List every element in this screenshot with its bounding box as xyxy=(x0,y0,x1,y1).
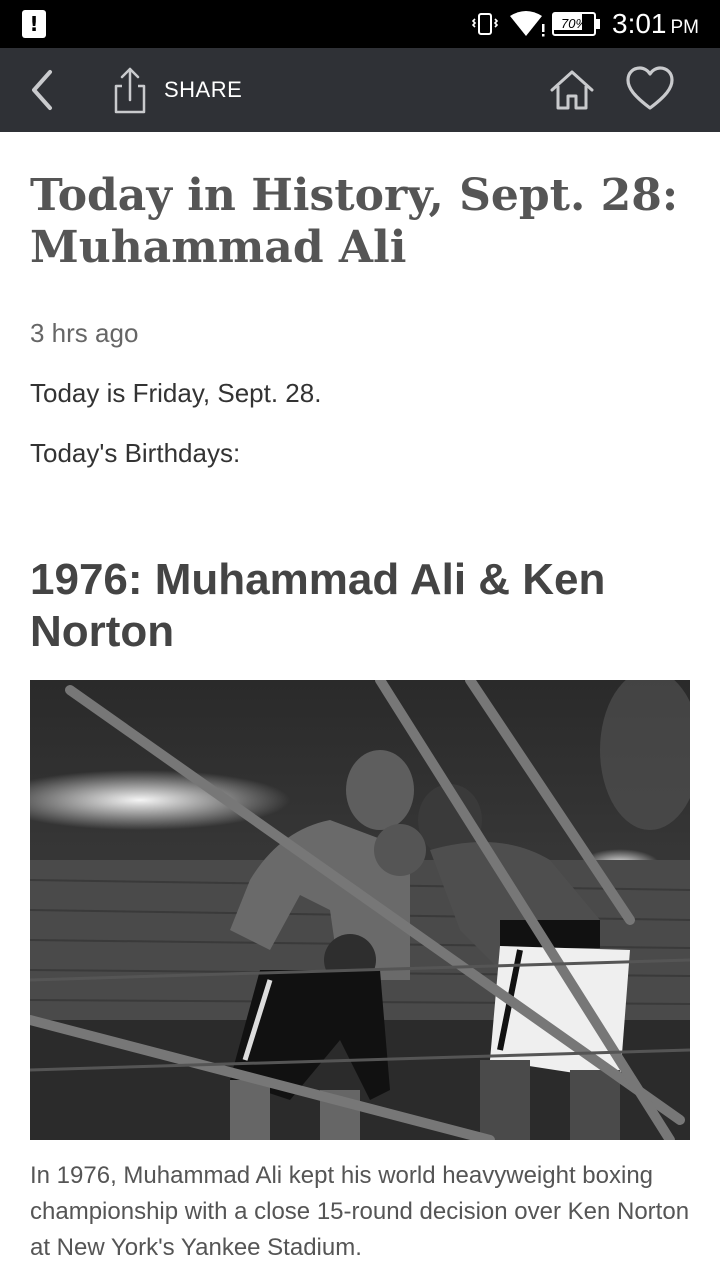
share-label: SHARE xyxy=(164,77,243,102)
back-arrow-icon xyxy=(32,70,52,110)
article-subhead: 1976: Muhammad Ali & Ken Norton xyxy=(30,555,606,656)
status-bar: ! 70% 3:01 PM xyxy=(0,0,720,48)
favorite-button[interactable] xyxy=(624,64,676,114)
home-icon xyxy=(550,70,594,110)
battery-icon: 70% xyxy=(552,12,600,36)
wifi-icon xyxy=(510,11,545,37)
share-icon xyxy=(114,67,146,114)
alert-icon: ! xyxy=(22,10,46,38)
article-paragraph: Today's Birthdays: xyxy=(30,438,241,468)
clock-time: 3:01 xyxy=(612,8,667,39)
article-photo[interactable] xyxy=(30,680,690,1140)
boxing-photo xyxy=(30,680,690,1140)
app-bar: SHARE xyxy=(0,48,720,132)
photo-caption: In 1976, Muhammad Ali kept his world hea… xyxy=(30,1162,690,1261)
heart-icon xyxy=(626,66,674,110)
clock: 3:01 PM xyxy=(612,6,699,42)
back-button[interactable] xyxy=(20,66,68,114)
article-paragraph: Today is Friday, Sept. 28. xyxy=(30,378,322,408)
article: Today in History, Sept. 28: Muhammad Ali… xyxy=(0,132,720,1280)
clock-ampm: PM xyxy=(670,17,700,38)
article-timestamp: 3 hrs ago xyxy=(30,318,139,348)
home-button[interactable] xyxy=(548,66,596,114)
battery-level: 70% xyxy=(560,16,588,31)
vibrate-icon xyxy=(472,13,498,35)
share-button[interactable]: SHARE xyxy=(104,60,254,120)
article-headline: Today in History, Sept. 28: Muhammad Ali xyxy=(30,170,679,273)
